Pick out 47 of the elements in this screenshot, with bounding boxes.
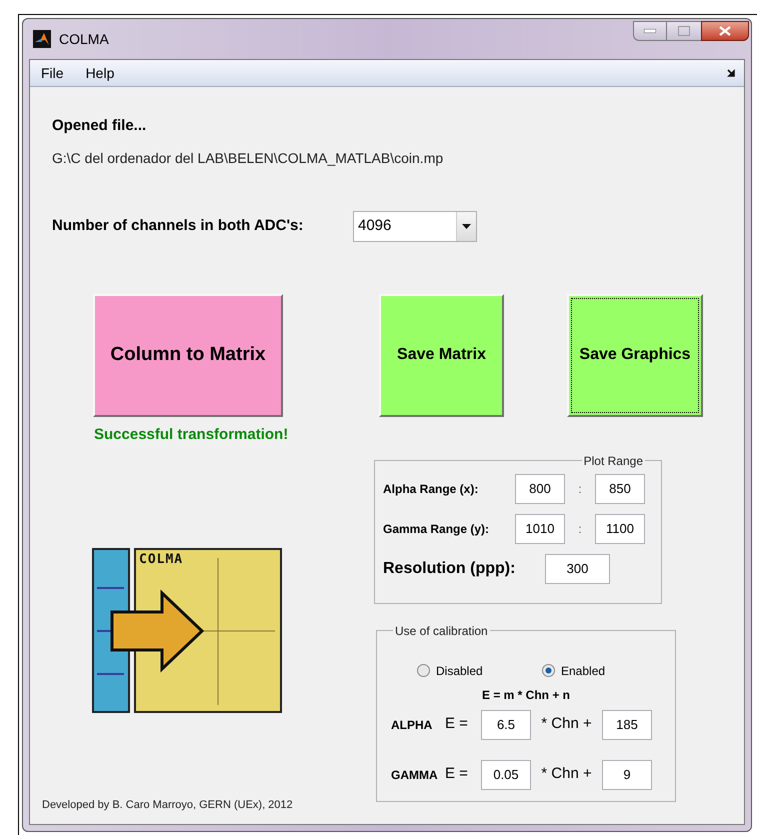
dropdown-caret-icon: [462, 224, 471, 228]
equation-label: * Chn +: [540, 764, 593, 784]
window-title: COLMA: [59, 30, 109, 48]
channels-dropdown[interactable]: 4096: [353, 210, 477, 242]
close-button[interactable]: [701, 21, 749, 41]
input-field[interactable]: 850: [595, 474, 645, 504]
opened-file-label: Opened file...: [52, 116, 148, 136]
field-label: Gamma Range (y):: [383, 520, 490, 538]
row-label: ALPHA: [390, 716, 434, 734]
arrow-icon[interactable]: [727, 69, 736, 78]
input-field[interactable]: 800: [515, 474, 565, 504]
input-field[interactable]: 185: [602, 710, 652, 740]
range-separator: :: [577, 480, 583, 498]
field-label: Alpha Range (x):: [383, 480, 480, 498]
maximize-button[interactable]: [667, 21, 701, 41]
action-button[interactable]: Save Matrix: [379, 294, 504, 416]
minimize-button[interactable]: [633, 21, 667, 41]
status-message: Successful transformation!: [94, 424, 290, 444]
maximize-icon: [678, 26, 690, 36]
logo-text: COLMA: [139, 552, 184, 567]
input-field[interactable]: 300: [545, 554, 610, 584]
group-title: Plot Range: [582, 452, 644, 470]
field-label: Resolution (ppp):: [383, 558, 516, 578]
equation-label: E =: [445, 764, 469, 784]
input-field[interactable]: 0.05: [481, 760, 531, 790]
close-icon: [719, 26, 731, 36]
formula-text: E = m * Chn + n: [480, 686, 572, 704]
equation-label: * Chn +: [540, 714, 593, 734]
input-field[interactable]: 1010: [515, 514, 565, 544]
input-field[interactable]: 9: [602, 760, 652, 790]
minimize-icon: [644, 29, 656, 33]
equation-label: E =: [445, 714, 469, 734]
radio-option[interactable]: Disabled: [417, 662, 542, 680]
credits-text: Developed by B. Caro Marroyo, GERN (UEx), 2012: [42, 798, 293, 812]
menu-item[interactable]: File: [30, 62, 75, 84]
action-button[interactable]: Column to Matrix: [93, 294, 283, 416]
channels-label: Number of channels in both ADC's:: [52, 216, 304, 236]
input-field[interactable]: 6.5: [481, 710, 531, 740]
file-path: G:\C del ordenador del LAB\BELEN\COLMA_MATLAB\coin.mp: [52, 148, 444, 168]
action-button[interactable]: Save Graphics: [567, 294, 703, 416]
menu-item[interactable]: Help: [74, 62, 126, 84]
group-title: Use of calibration: [394, 622, 489, 640]
input-field[interactable]: 1100: [595, 514, 645, 544]
row-label: GAMMA: [390, 766, 439, 784]
radio-option[interactable]: Enabled: [542, 662, 667, 680]
app-icon: [33, 30, 51, 48]
range-separator: :: [577, 520, 583, 538]
